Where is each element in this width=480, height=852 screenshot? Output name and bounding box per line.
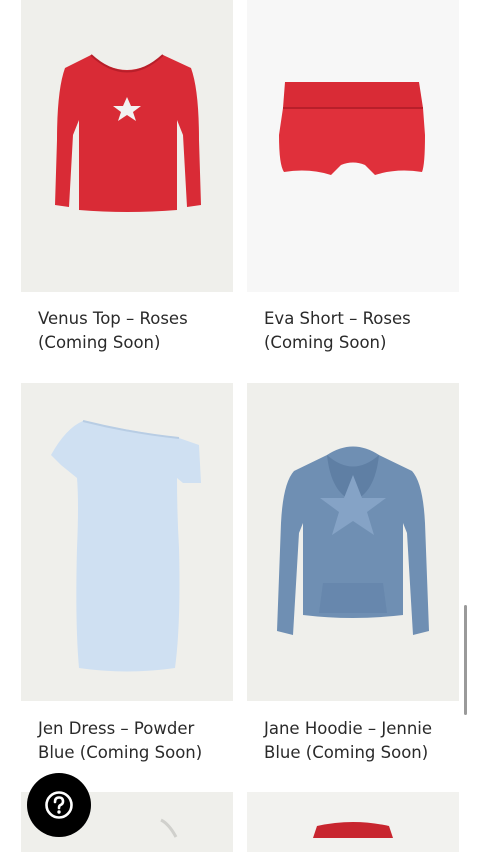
question-mark-icon xyxy=(45,791,73,819)
scrollbar[interactable] xyxy=(464,605,467,715)
product-image[interactable] xyxy=(247,383,459,701)
product-image[interactable] xyxy=(247,792,459,852)
product-title[interactable]: Jane Hoodie – Jennie Blue (Coming Soon) xyxy=(264,717,454,765)
red-shorts-image xyxy=(279,82,425,175)
red-top-image xyxy=(55,54,201,212)
blue-dress-image xyxy=(51,420,201,672)
product-image[interactable] xyxy=(247,0,459,292)
help-button[interactable] xyxy=(27,773,91,837)
product-image[interactable] xyxy=(21,383,233,701)
blue-hoodie-image xyxy=(277,446,429,635)
product-image[interactable] xyxy=(21,0,233,292)
red-garment-image xyxy=(313,822,393,838)
product-title[interactable]: Jen Dress – Powder Blue (Coming Soon) xyxy=(38,717,228,765)
product-title[interactable]: Venus Top – Roses (Coming Soon) xyxy=(38,307,228,355)
product-title[interactable]: Eva Short – Roses (Coming Soon) xyxy=(264,307,454,355)
